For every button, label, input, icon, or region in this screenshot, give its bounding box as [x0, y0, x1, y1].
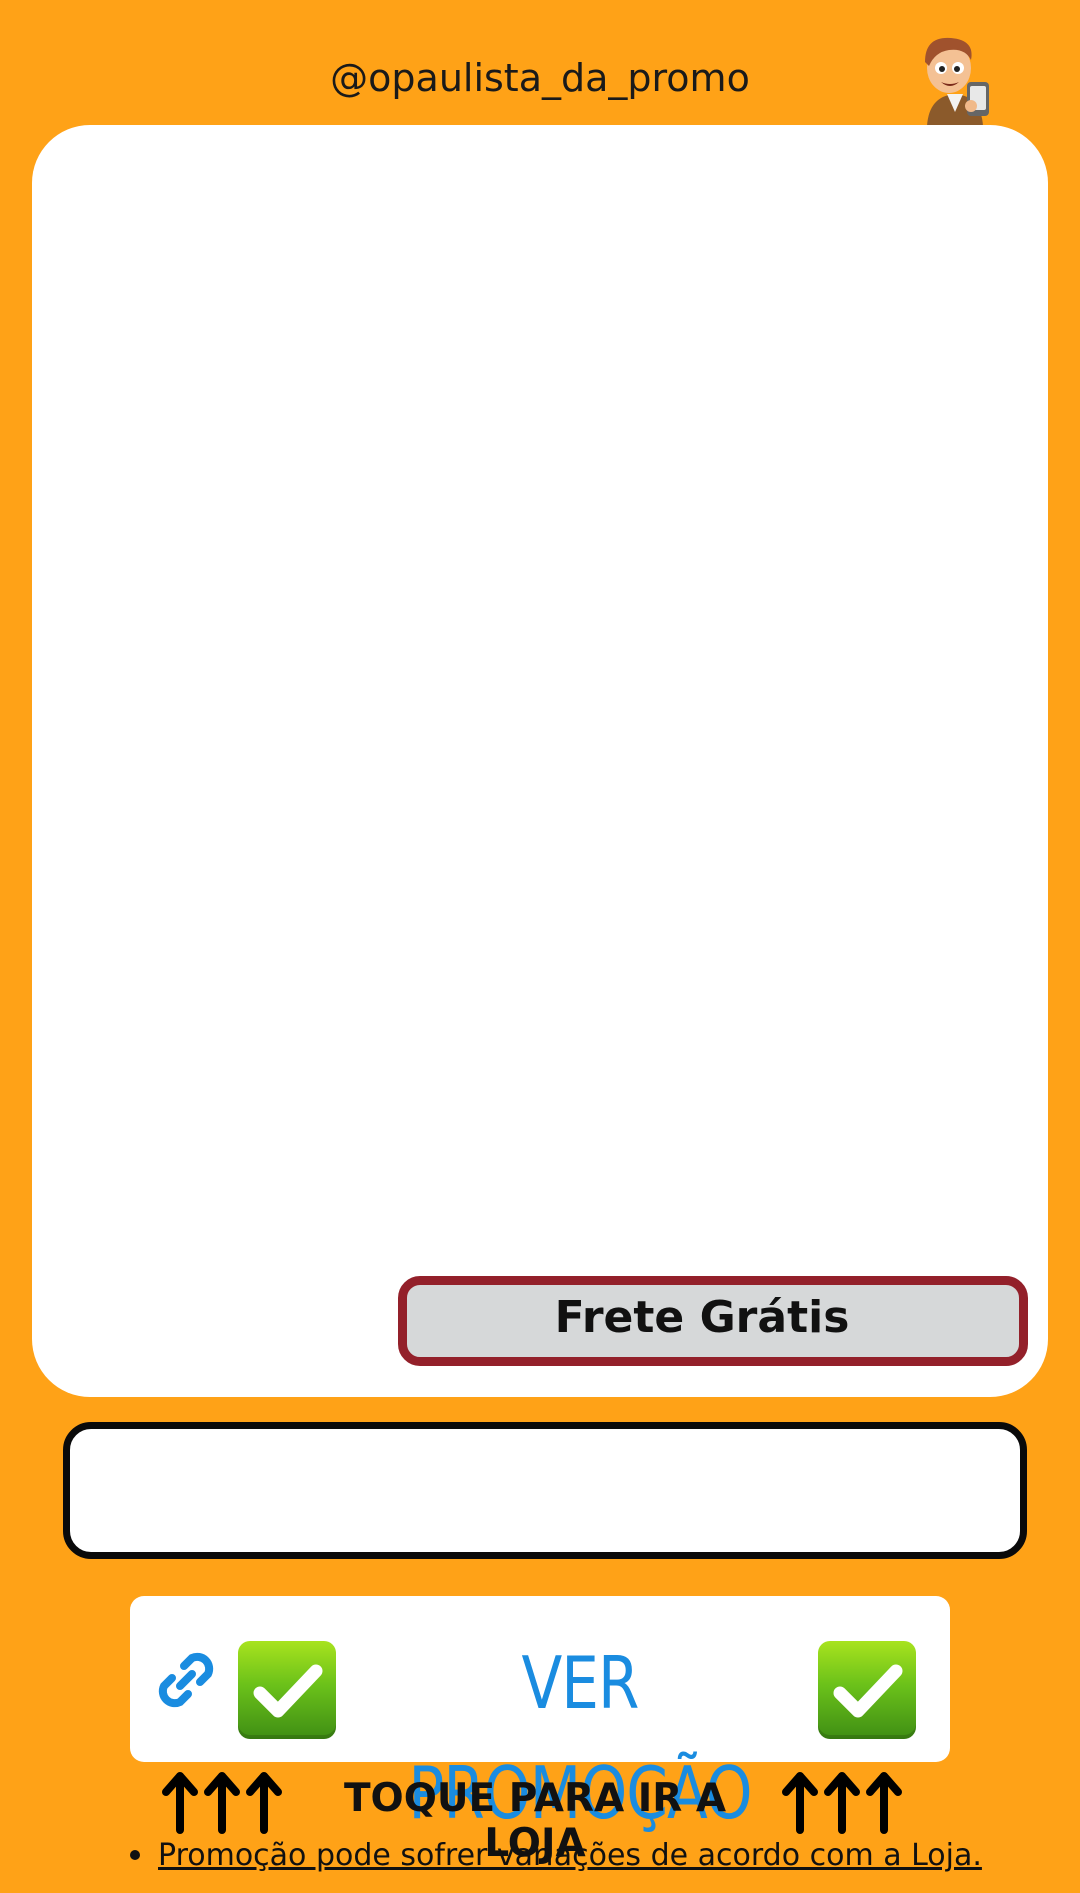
free-shipping-label: Frete Grátis [554, 1291, 850, 1343]
header: @opaulista_da_promo [0, 0, 1080, 126]
check-mark-icon [818, 1641, 916, 1739]
product-image-card [32, 125, 1048, 1397]
bullet-icon [130, 1849, 140, 1860]
free-shipping-badge: Frete Grátis [398, 1276, 1028, 1366]
tap-hint-row: TOQUE PARA IR A LOJA [0, 1768, 1080, 1866]
see-promotion-label: VER PROMOÇÃO [408, 1641, 752, 1835]
up-arrows-icon [160, 1768, 284, 1834]
up-arrows-icon [780, 1768, 904, 1834]
check-mark-icon [238, 1641, 336, 1739]
cartoon-mascot-icon [905, 30, 1005, 126]
link-icon [150, 1644, 222, 1716]
see-promotion-button[interactable]: VER PROMOÇÃO [130, 1596, 950, 1835]
disclaimer-link[interactable]: Promoção pode sofrer variações de acordo… [158, 1838, 982, 1873]
disclaimer: Promoção pode sofrer variações de acordo… [130, 1838, 1030, 1873]
product-description-box [63, 1422, 1027, 1559]
